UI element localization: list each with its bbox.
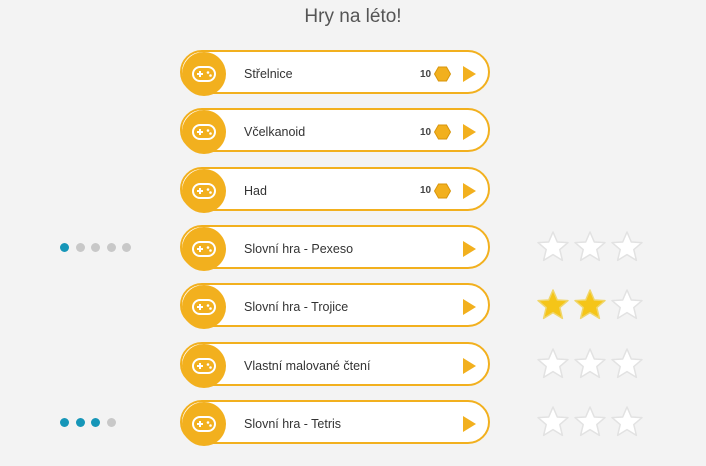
star-rating <box>536 405 646 439</box>
game-button[interactable]: Včelkanoid 10 <box>180 108 490 155</box>
gamepad-icon <box>182 226 226 271</box>
game-row[interactable]: Slovní hra - Trojice <box>180 283 490 330</box>
game-label: Slovní hra - Pexeso <box>244 241 354 256</box>
gamepad-icon <box>182 401 226 446</box>
progress-dot-done <box>60 242 69 252</box>
star-rating <box>536 230 646 264</box>
game-label: Včelkanoid <box>244 125 306 140</box>
game-label: Střelnice <box>244 67 293 81</box>
game-label: Slovní hra - Tetris <box>244 416 342 431</box>
progress-dot-pending <box>106 242 116 252</box>
cost-value: 10 <box>420 185 432 197</box>
gamepad-icon <box>182 110 226 155</box>
star-empty-icon <box>573 230 607 264</box>
play-icon[interactable] <box>463 357 476 374</box>
star-empty-icon <box>573 405 607 439</box>
gamepad-icon <box>182 52 226 96</box>
play-icon[interactable] <box>463 240 476 257</box>
page-title: Hry na léto! <box>304 6 402 27</box>
game-row[interactable]: Střelnice 10 <box>180 50 490 96</box>
game-button[interactable]: Slovní hra - Trojice <box>180 283 490 330</box>
star-empty-icon <box>573 347 607 381</box>
play-icon[interactable] <box>463 182 476 199</box>
progress-dot-pending <box>122 242 131 252</box>
star-empty-icon <box>536 347 570 381</box>
play-icon[interactable] <box>463 299 476 316</box>
progress-dot-pending <box>106 417 116 427</box>
honeycomb-coin-icon <box>434 66 452 82</box>
game-button[interactable]: Vlastní malované čtení <box>180 341 490 388</box>
honeycomb-coin-icon <box>434 124 452 140</box>
star-empty-icon <box>610 230 644 264</box>
star-filled-icon <box>536 288 570 322</box>
star-rating <box>536 347 646 381</box>
star-empty-icon <box>610 405 644 439</box>
cost-badge: 10 <box>420 124 452 140</box>
progress-dots <box>60 242 132 255</box>
star-empty-icon <box>536 230 570 264</box>
game-label: Vlastní malované čtení <box>244 358 371 373</box>
progress-dot-pending <box>91 242 100 252</box>
cost-value: 10 <box>420 126 432 138</box>
gamepad-icon <box>182 285 226 330</box>
game-row[interactable]: Včelkanoid 10 <box>180 108 490 155</box>
progress-dots <box>60 417 132 430</box>
star-empty-icon <box>610 347 644 381</box>
progress-dot-pending <box>75 242 85 252</box>
game-row[interactable]: Slovní hra - Pexeso <box>180 224 490 271</box>
game-button[interactable]: Slovní hra - Tetris <box>180 399 490 446</box>
game-button[interactable]: Had 10 <box>180 166 490 213</box>
star-rating <box>536 288 646 322</box>
progress-dot-done <box>60 417 69 427</box>
play-icon[interactable] <box>463 66 476 82</box>
gamepad-icon <box>182 168 226 213</box>
star-empty-icon <box>610 288 644 322</box>
game-label: Slovní hra - Trojice <box>244 300 349 315</box>
star-filled-icon <box>573 288 607 322</box>
gamepad-icon <box>182 343 226 388</box>
progress-dot-done <box>75 417 85 427</box>
play-icon[interactable] <box>463 415 476 432</box>
star-empty-icon <box>536 405 570 439</box>
cost-badge: 10 <box>420 183 452 199</box>
cost-value: 10 <box>420 68 432 80</box>
play-icon[interactable] <box>463 124 476 141</box>
game-label: Had <box>244 183 267 198</box>
game-button[interactable]: Slovní hra - Pexeso <box>180 224 490 271</box>
cost-badge: 10 <box>420 66 452 82</box>
honeycomb-coin-icon <box>434 183 452 199</box>
game-row[interactable]: Had 10 <box>180 166 490 213</box>
game-row[interactable]: Slovní hra - Tetris <box>180 399 490 446</box>
progress-dot-done <box>91 417 100 427</box>
game-row[interactable]: Vlastní malované čtení <box>180 341 490 388</box>
game-button[interactable]: Střelnice 10 <box>180 50 490 96</box>
